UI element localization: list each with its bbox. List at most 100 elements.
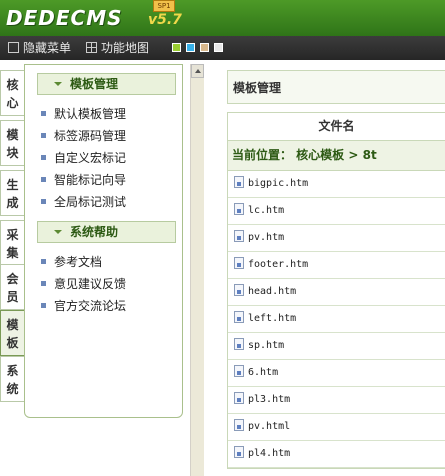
table-row[interactable]: sp.htm: [228, 333, 445, 360]
theme-swatch-green[interactable]: [172, 43, 181, 52]
section-title: 系统帮助: [70, 225, 119, 239]
tab-generate[interactable]: 生成: [0, 170, 24, 216]
menu-item-forum[interactable]: 官方交流论坛: [41, 297, 126, 315]
side-menu: 模板管理 默认模板管理 标签源码管理 自定义宏标记 智能标记向导 全局标记测试 …: [24, 64, 183, 418]
file-name: pl3.htm: [248, 394, 291, 405]
tab-char: 生: [6, 178, 19, 192]
file-name: bigpic.htm: [248, 178, 309, 189]
menu-item-feedback[interactable]: 意见建议反馈: [41, 275, 126, 293]
tab-char: 模: [6, 128, 19, 142]
file-name: lc.htm: [248, 205, 285, 216]
column-header-filename: 文件名: [228, 113, 445, 141]
tab-char: 员: [6, 290, 19, 304]
theme-swatch-blue[interactable]: [186, 43, 195, 52]
page-title: 模板管理: [227, 70, 445, 104]
tab-system[interactable]: 系统: [0, 356, 24, 402]
app-logo: DEDECMS: [6, 6, 123, 30]
table-row[interactable]: bigpic.htm: [228, 171, 445, 198]
menu-item-label: 参考文档: [54, 255, 103, 269]
tab-char: 核: [6, 78, 19, 92]
menu-item-tag-wizard[interactable]: 智能标记向导: [41, 171, 126, 189]
tab-char: 心: [6, 96, 19, 110]
table-row[interactable]: pv.htm: [228, 225, 445, 252]
breadcrumb: 当前位置： 核心模板 > 8t: [228, 141, 445, 171]
file-icon: [234, 419, 244, 431]
top-toolbar: 隐藏菜单 功能地图: [0, 36, 445, 60]
table-row[interactable]: left.htm: [228, 306, 445, 333]
scroll-up-arrow-icon[interactable]: [191, 64, 204, 78]
file-icon: [234, 311, 244, 323]
tab-char: 模: [6, 318, 19, 332]
menu-item-label: 智能标记向导: [54, 173, 127, 187]
file-icon: [234, 284, 244, 296]
file-name: 6.htm: [248, 367, 279, 378]
tab-char: 块: [6, 146, 19, 160]
table-row[interactable]: pl3.htm: [228, 387, 445, 414]
table-row[interactable]: lc.htm: [228, 198, 445, 225]
file-icon: [234, 176, 244, 188]
bullet-icon: [41, 281, 46, 286]
tab-templates[interactable]: 模板: [0, 310, 24, 356]
tab-modules[interactable]: 模块: [0, 120, 24, 166]
section-header-help[interactable]: 系统帮助: [37, 221, 176, 243]
file-name: head.htm: [248, 286, 297, 297]
file-name: left.htm: [248, 313, 297, 324]
section-title: 模板管理: [70, 77, 119, 91]
file-icon: [234, 203, 244, 215]
table-row[interactable]: head.htm: [228, 279, 445, 306]
tab-char: 会: [6, 272, 19, 286]
file-icon: [234, 365, 244, 377]
menu-item-tag-source[interactable]: 标签源码管理: [41, 127, 126, 145]
hide-menu-button[interactable]: 隐藏菜单: [8, 40, 71, 56]
file-name: pv.htm: [248, 232, 285, 243]
tab-char: 采: [6, 228, 19, 242]
tab-char: 系: [6, 364, 19, 378]
table-row[interactable]: footer.htm: [228, 252, 445, 279]
bullet-icon: [41, 177, 46, 182]
menu-item-default-templates[interactable]: 默认模板管理: [41, 105, 126, 123]
sp-badge: SP1: [153, 0, 175, 12]
file-name: sp.htm: [248, 340, 285, 351]
file-icon: [234, 257, 244, 269]
bullet-icon: [41, 303, 46, 308]
menu-item-label: 默认模板管理: [54, 107, 127, 121]
menu-item-global-tag-test[interactable]: 全局标记测试: [41, 193, 126, 211]
file-name: pv.html: [248, 421, 291, 432]
tab-collect[interactable]: 采集: [0, 220, 24, 266]
hide-menu-icon: [8, 42, 19, 53]
grid-icon: [86, 42, 97, 53]
bullet-icon: [41, 111, 46, 116]
file-name: pl4.htm: [248, 448, 291, 459]
menu-item-docs[interactable]: 参考文档: [41, 253, 102, 271]
table-row[interactable]: pl4.htm: [228, 441, 445, 468]
tab-char: 集: [6, 246, 19, 260]
theme-swatch-tan[interactable]: [200, 43, 209, 52]
section-header-templates[interactable]: 模板管理: [37, 73, 176, 95]
menu-item-label: 标签源码管理: [54, 129, 127, 143]
table-row[interactable]: pv.html: [228, 414, 445, 441]
bullet-icon: [41, 155, 46, 160]
menu-item-custom-macro[interactable]: 自定义宏标记: [41, 149, 126, 167]
file-icon: [234, 230, 244, 242]
file-icon: [234, 338, 244, 350]
tab-members[interactable]: 会员: [0, 264, 24, 310]
file-icon: [234, 446, 244, 458]
tab-char: 统: [6, 382, 19, 396]
bullet-icon: [41, 259, 46, 264]
hide-menu-label: 隐藏菜单: [23, 41, 72, 55]
main-content: 模板管理 文件名 当前位置： 核心模板 > 8t bigpic.htm lc.h…: [227, 70, 445, 476]
table-row[interactable]: 6.htm: [228, 360, 445, 387]
file-table: 文件名 当前位置： 核心模板 > 8t bigpic.htm lc.htm pv…: [227, 112, 445, 469]
menu-item-label: 自定义宏标记: [54, 151, 127, 165]
sitemap-button[interactable]: 功能地图: [86, 40, 149, 56]
app-version: v5.7: [148, 12, 182, 28]
menu-item-label: 官方交流论坛: [54, 299, 127, 313]
tab-core[interactable]: 核心: [0, 70, 24, 116]
menu-scrollbar[interactable]: [190, 64, 204, 476]
app-header: DEDECMS SP1 v5.7: [0, 0, 445, 36]
bullet-icon: [41, 199, 46, 204]
theme-swatch-gray[interactable]: [214, 43, 223, 52]
sitemap-label: 功能地图: [101, 41, 150, 55]
bullet-icon: [41, 133, 46, 138]
menu-item-label: 全局标记测试: [54, 195, 127, 209]
